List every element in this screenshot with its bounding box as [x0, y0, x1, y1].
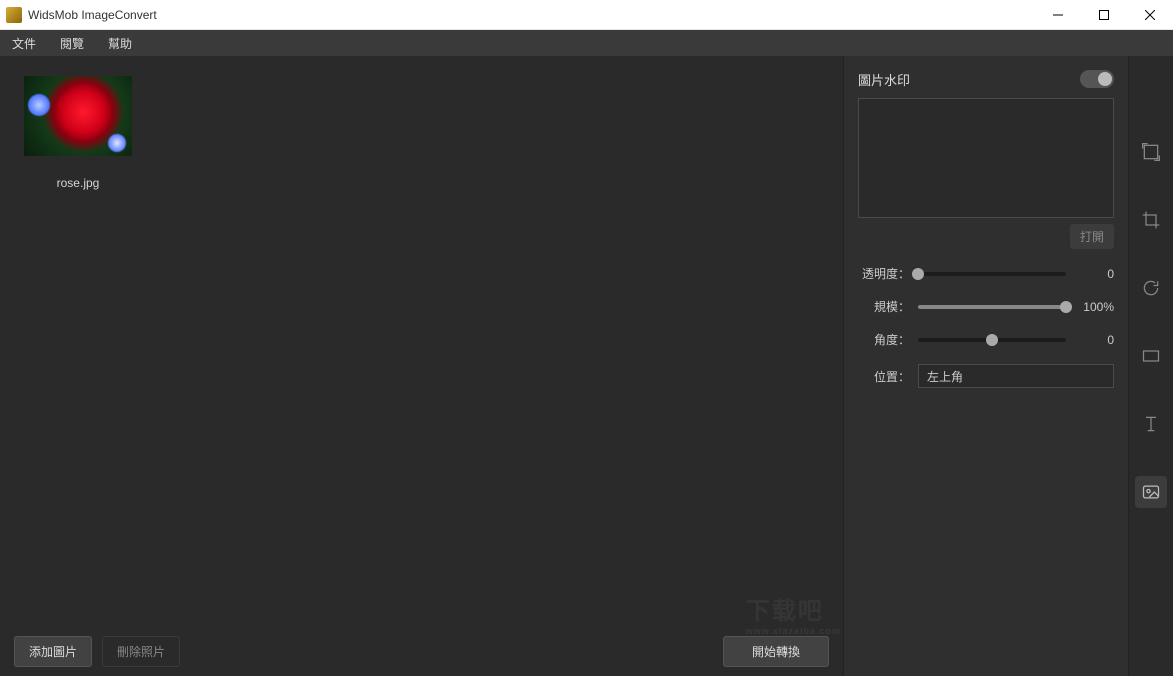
menubar: 文件 閱覽 幫助 — [0, 30, 1173, 56]
thumbnail-image — [24, 76, 132, 156]
scale-value: 100% — [1074, 300, 1114, 314]
open-watermark-button[interactable]: 打開 — [1070, 224, 1114, 249]
scale-label: 規模： — [858, 298, 910, 315]
toggle-knob — [1098, 72, 1112, 86]
text-watermark-tool-icon[interactable] — [1135, 408, 1167, 440]
position-value: 左上角 — [927, 368, 963, 385]
thumbnail-item[interactable]: rose.jpg — [24, 76, 132, 190]
maximize-button[interactable] — [1081, 0, 1127, 30]
main-area: rose.jpg 添加圖片 刪除照片 開始轉換 下载吧 www.xiazaiba… — [0, 56, 843, 676]
thumbnail-grid: rose.jpg — [0, 56, 843, 626]
border-tool-icon[interactable] — [1135, 340, 1167, 372]
tool-rail — [1128, 56, 1173, 676]
opacity-row: 透明度： 0 — [858, 265, 1114, 282]
titlebar: WidsMob ImageConvert — [0, 0, 1173, 30]
close-button[interactable] — [1127, 0, 1173, 30]
properties-panel: 圖片水印 打開 透明度： 0 規模： 100% 角度： 0 — [843, 56, 1128, 676]
add-image-button[interactable]: 添加圖片 — [14, 636, 92, 667]
window-title: WidsMob ImageConvert — [28, 8, 1035, 22]
crop-tool-icon[interactable] — [1135, 204, 1167, 236]
position-select[interactable]: 左上角 — [918, 364, 1114, 388]
thumbnail-filename: rose.jpg — [24, 176, 132, 190]
workspace: rose.jpg 添加圖片 刪除照片 開始轉換 下载吧 www.xiazaiba… — [0, 56, 1173, 676]
watermark-toggle[interactable] — [1080, 70, 1114, 88]
menu-view[interactable]: 閱覽 — [60, 35, 84, 52]
angle-value: 0 — [1074, 333, 1114, 347]
scale-row: 規模： 100% — [858, 298, 1114, 315]
image-watermark-tool-icon[interactable] — [1135, 476, 1167, 508]
watermark-preview — [858, 98, 1114, 218]
app-icon — [6, 7, 22, 23]
menu-file[interactable]: 文件 — [12, 35, 36, 52]
opacity-value: 0 — [1074, 267, 1114, 281]
panel-header: 圖片水印 — [858, 66, 1114, 92]
window-controls — [1035, 0, 1173, 30]
angle-row: 角度： 0 — [858, 331, 1114, 348]
angle-slider[interactable] — [918, 338, 1066, 342]
rotate-tool-icon[interactable] — [1135, 272, 1167, 304]
start-convert-button[interactable]: 開始轉換 — [723, 636, 829, 667]
position-row: 位置： 左上角 — [858, 364, 1114, 388]
angle-label: 角度： — [858, 331, 910, 348]
scale-slider[interactable] — [918, 305, 1066, 309]
minimize-button[interactable] — [1035, 0, 1081, 30]
resize-tool-icon[interactable] — [1135, 136, 1167, 168]
menu-help[interactable]: 幫助 — [108, 35, 132, 52]
bottom-toolbar: 添加圖片 刪除照片 開始轉換 — [0, 626, 843, 676]
panel-section-title: 圖片水印 — [858, 70, 910, 89]
position-label: 位置： — [858, 368, 910, 385]
remove-image-button[interactable]: 刪除照片 — [102, 636, 180, 667]
opacity-slider[interactable] — [918, 272, 1066, 276]
opacity-label: 透明度： — [858, 265, 910, 282]
